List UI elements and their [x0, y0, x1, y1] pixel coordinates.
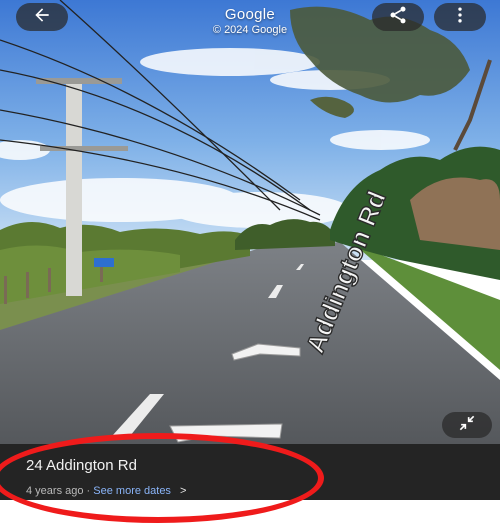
capture-info: 4 years ago · See more dates > — [26, 485, 186, 497]
more-options-button[interactable] — [434, 3, 486, 31]
street-view-panorama[interactable]: Addington Rd — [0, 0, 500, 500]
share-button[interactable] — [372, 3, 424, 31]
capture-age: 4 years ago — [26, 485, 84, 497]
see-more-dates-link[interactable]: See more dates — [93, 485, 171, 497]
address-label: 24 Addington Rd — [26, 457, 137, 474]
mailbox — [94, 258, 114, 267]
app-title: Google — [224, 6, 276, 23]
separator-dot: · — [86, 485, 91, 497]
more-vert-icon — [450, 5, 470, 30]
collapse-arrows-icon — [457, 413, 477, 438]
top-bar: Google © 2024 Google — [0, 0, 500, 44]
collapse-view-button[interactable] — [442, 412, 492, 438]
copyright-text: © 2024 Google — [212, 24, 288, 36]
chevron-right-icon[interactable]: > — [180, 485, 186, 497]
share-icon — [388, 5, 408, 30]
